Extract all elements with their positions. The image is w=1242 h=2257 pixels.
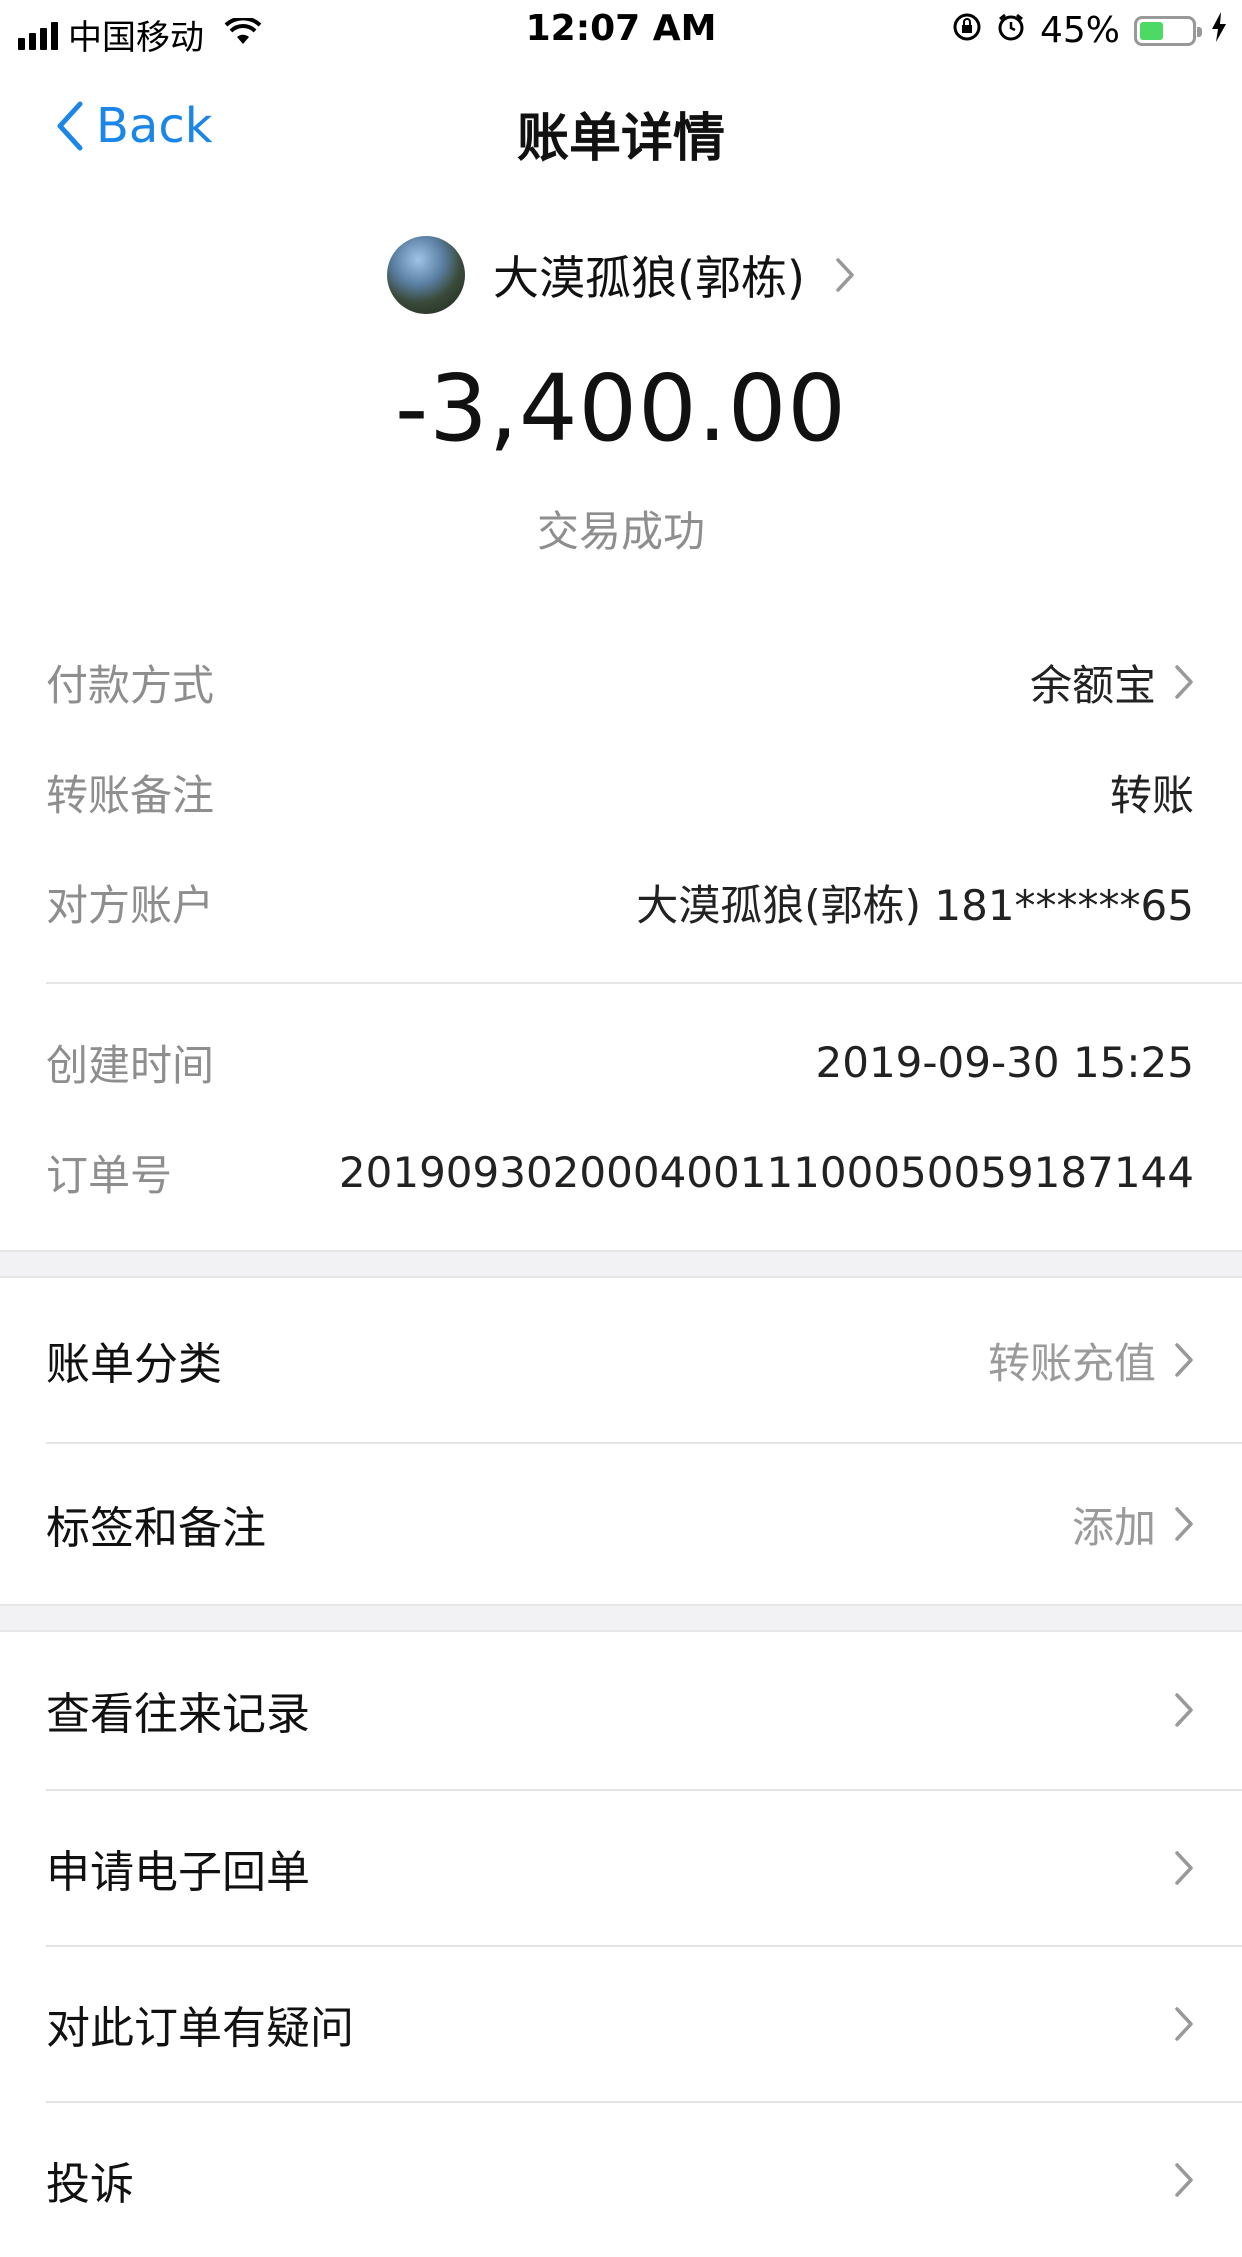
divider: [46, 982, 1242, 984]
chevron-right-icon: [1175, 2007, 1193, 2041]
chevron-right-icon: [1175, 2163, 1193, 2197]
battery-icon: [1134, 15, 1202, 46]
detail-value: 2019-09-30 15:25: [815, 1037, 1194, 1087]
chevron-right-icon: [1175, 1693, 1193, 1727]
detail-label: 订单号: [46, 1150, 173, 1200]
bill-category-value: 转账充值: [987, 1338, 1156, 1388]
status-right: 45%: [952, 10, 1228, 51]
action-label: 查看往来记录: [46, 1689, 310, 1740]
transaction-amount: -3,400.00: [395, 355, 847, 462]
detail-row-transfer-note: 转账备注 转账: [46, 760, 1194, 824]
section-gap: [0, 1250, 1242, 1278]
action-label: 申请电子回单: [46, 1847, 310, 1898]
option-value: 转账充值: [988, 1330, 1194, 1391]
option-label: 标签和备注: [46, 1503, 266, 1554]
order-question-row[interactable]: 对此订单有疑问: [46, 1947, 1194, 2101]
option-label: 账单分类: [46, 1339, 222, 1390]
section-gap: [0, 1604, 1242, 1632]
detail-value: 大漠孤狼(郭栋) 181******65: [636, 880, 1194, 930]
chevron-right-icon: [1175, 1851, 1193, 1885]
detail-row-order-number: 订单号 20190930200040011100050059187144: [46, 1140, 1194, 1204]
view-history-row[interactable]: 查看往来记录: [46, 1632, 1194, 1788]
battery-percent: 45%: [1039, 10, 1120, 51]
payment-method-value: 余额宝: [1029, 660, 1156, 710]
request-receipt-row[interactable]: 申请电子回单: [46, 1791, 1194, 1945]
tags-notes-row[interactable]: 标签和备注 添加: [46, 1444, 1194, 1604]
detail-value: 余额宝: [1030, 652, 1194, 713]
nav-bar: Back 账单详情: [0, 62, 1242, 192]
avatar: [387, 236, 466, 314]
detail-row-payment-method[interactable]: 付款方式 余额宝: [46, 650, 1194, 714]
option-value: 添加: [1072, 1494, 1194, 1555]
rotation-lock-icon: [952, 10, 982, 51]
payee-name: 大漠孤狼(郭栋): [493, 251, 805, 305]
detail-row-counterparty: 对方账户 大漠孤狼(郭栋) 181******65: [46, 870, 1194, 934]
detail-value: 转账: [1109, 770, 1194, 820]
action-label: 对此订单有疑问: [46, 2003, 354, 2054]
chevron-right-icon: [1175, 1507, 1193, 1541]
detail-label: 创建时间: [46, 1040, 215, 1090]
detail-row-created-time: 创建时间 2019-09-30 15:25: [46, 1030, 1194, 1094]
status-bar: 中国移动 12:07 AM 45%: [0, 0, 1242, 62]
detail-label: 对方账户: [46, 880, 215, 930]
detail-value: 20190930200040011100050059187144: [338, 1147, 1194, 1197]
page-title: 账单详情: [516, 109, 725, 169]
detail-label: 付款方式: [46, 660, 215, 710]
bill-category-row[interactable]: 账单分类 转账充值: [46, 1278, 1194, 1442]
alarm-icon: [996, 10, 1026, 51]
complaint-row[interactable]: 投诉: [46, 2103, 1194, 2257]
chevron-right-icon: [1175, 1343, 1193, 1377]
chevron-right-icon: [1175, 665, 1193, 699]
tags-notes-value: 添加: [1071, 1502, 1156, 1552]
detail-label: 转账备注: [46, 770, 215, 820]
payee-link[interactable]: 大漠孤狼(郭栋): [0, 236, 1242, 314]
charging-bolt-icon: [1210, 10, 1228, 51]
action-label: 投诉: [46, 2159, 134, 2210]
transaction-status: 交易成功: [536, 507, 705, 556]
chevron-right-icon: [836, 258, 854, 292]
